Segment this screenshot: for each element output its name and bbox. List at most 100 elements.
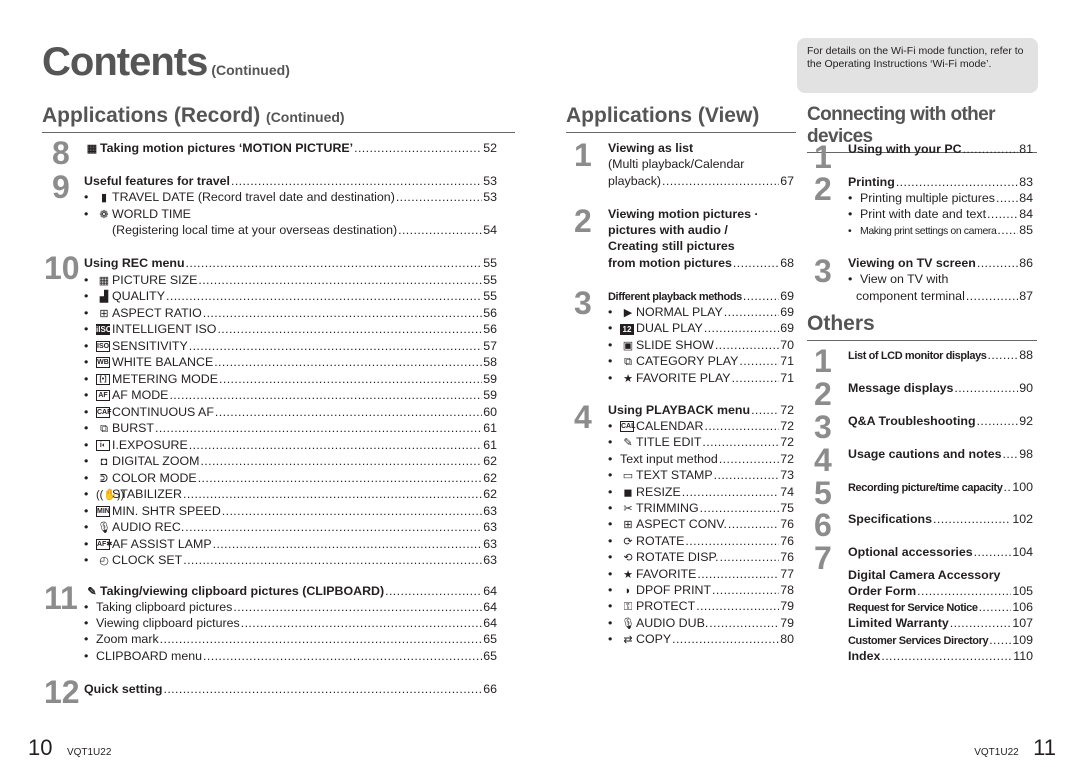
toc-entry[interactable]: Different playback methods 69 [608,288,794,305]
leader-dots [169,387,482,403]
leader-dots [183,552,482,568]
toc-entry[interactable]: • 12DUAL PLAY 69 [608,320,794,336]
toc-entry[interactable]: Useful features for travel 53 [84,173,497,189]
toc-entry[interactable]: • ◴CLOCK SET 63 [84,552,497,569]
toc-entry[interactable]: • Print with date and text 84 [848,206,1033,222]
toc-entry[interactable]: Customer Services Directory 109 [848,632,1033,649]
toc-entry[interactable]: • ᕲCOLOR MODE 62 [84,470,497,487]
toc-entry[interactable]: • ▭TEXT STAMP 73 [608,467,794,484]
toc-entry[interactable]: • ISOSENSITIVITY 57 [84,338,497,354]
toc-entry[interactable]: • i◐I.EXPOSURE 61 [84,437,497,453]
toc-entry[interactable]: Viewing as list [608,140,794,156]
toc-entry[interactable]: component terminal 87 [848,288,1033,304]
leader-dots [185,519,482,535]
bullet: • [84,520,89,534]
toc-entry[interactable]: • ◘ DIGITAL ZOOM 62 [84,453,497,470]
leader-dots [160,631,483,647]
leader-dots [739,353,779,369]
toc-entry[interactable]: • ▶NORMAL PLAY 69 [608,304,794,321]
toc-entry[interactable]: ▦ Taking motion pictures ‘MOTION PICTURE’… [84,140,497,157]
toc-entry[interactable]: • CAFCONTINUOUS AF 60 [84,404,497,420]
toc-entry-label: Limited Warranty [848,615,949,631]
toc-entry[interactable]: • [•]METERING MODE 59 [84,371,497,387]
entry-text: Order Form [848,584,917,598]
toc-entry[interactable]: • ((✋))STABILIZER 62 [84,486,497,503]
toc-entry[interactable]: • ★FAVORITE 77 [608,566,794,583]
toc-entry-label: • ▦ PICTURE SIZE [84,272,197,289]
leader-dots [714,467,780,483]
toc-entry[interactable]: • AF✱AF ASSIST LAMP 63 [84,536,497,552]
toc-entry[interactable]: Specifications 102 [848,511,1033,527]
toc-entry[interactable]: • Making print settings on camera 85 [848,222,1033,239]
toc-entry[interactable]: Optional accessories 104 [848,544,1033,560]
toc-entry[interactable]: Index 110 [848,648,1033,664]
toc-entry[interactable]: • ⧉ BURST 61 [84,420,497,437]
toc-entry[interactable]: Viewing on TV screen 86 [848,255,1033,271]
toc-entry[interactable]: Limited Warranty 107 [848,615,1033,631]
toc-entry[interactable]: • Zoom mark 65 [84,631,497,647]
toc-entry[interactable]: Digital Camera Accessory [848,567,1033,583]
toc-entry[interactable]: • ◗ DPOF PRINT 78 [608,582,794,599]
toc-entry[interactable]: • ✂TRIMMING 75 [608,500,794,517]
toc-entry[interactable]: • AFAF MODE 59 [84,387,497,403]
toc-entry[interactable]: List of LCD monitor displays 88 [848,347,1033,364]
toc-entry[interactable]: • iISOINTELLIGENT ISO 56 [84,321,497,337]
toc-entry[interactable]: • CALCALENDAR 72 [608,418,794,434]
toc-entry[interactable]: Using with your PC 81 [848,141,1033,157]
toc-entry[interactable]: Order Form 105 [848,583,1033,599]
toc-entry[interactable]: Using REC menu 55 [84,255,497,271]
toc-entry[interactable]: • ❁ WORLD TIME [84,206,497,223]
toc-entry[interactable]: • 🎙AUDIO DUB. 79 [608,615,794,632]
toc-entry[interactable]: • MINMIN. SHTR SPEED 63 [84,503,497,519]
toc-entry[interactable]: • Printing multiple pictures 84 [848,190,1033,206]
toc-entry[interactable]: • ▦PICTURE SIZE 55 [84,272,497,289]
toc-entry[interactable]: • Viewing clipboard pictures 64 [84,615,497,631]
continuous-af-icon: CAF [96,406,112,418]
page-number: 85 [1019,223,1033,237]
toc-entry[interactable]: Usage cautions and notes 98 [848,446,1033,462]
toc-entry[interactable]: • ⟲ROTATE DISP. 76 [608,549,794,566]
toc-entry[interactable]: Quick setting 66 [84,681,497,697]
toc-entry[interactable]: • ★FAVORITE PLAY 71 [608,370,794,387]
entry-text: Different playback methods [608,291,742,303]
toc-entry[interactable]: Request for Service Notice 106 [848,599,1033,616]
toc-entry[interactable]: • ⟳ROTATE 76 [608,533,794,550]
toc-entry[interactable]: Printing 83 [848,174,1033,190]
toc-entry[interactable]: (Multi playback/Calendar [608,156,794,172]
leader-dots [696,598,779,614]
toc-entry[interactable]: ✎ Taking/viewing clipboard pictures (CLIP… [84,583,497,600]
leader-dots [398,222,482,238]
toc-entry[interactable]: Creating still pictures [608,238,794,254]
toc-entry[interactable]: playback) 67 [608,173,794,189]
toc-entry[interactable]: • ⊞ASPECT RATIO 56 [84,305,497,322]
toc-entry[interactable]: from motion pictures 68 [608,255,794,271]
toc-entry[interactable]: • ⊞ASPECT CONV. 76 [608,516,794,533]
toc-entry[interactable]: • ▮ TRAVEL DATE (Record travel date and de… [84,189,497,206]
toc-entry[interactable]: (Registering local time at your overseas… [84,222,497,238]
toc-entry[interactable]: • Text input method 72 [608,451,794,467]
toc-entry[interactable]: • CLIPBOARD menu 65 [84,648,497,664]
toc-entry[interactable]: • ▣SLIDE SHOW 70 [608,337,794,354]
toc-entry[interactable]: • ⧉ CATEGORY PLAY 71 [608,353,794,370]
section-number: 11 [44,580,78,616]
toc-entry[interactable]: • ◼RESIZE 74 [608,484,794,501]
bullet: • [84,371,89,386]
toc-entry[interactable]: • ⇄COPY 80 [608,631,794,648]
entry-text: Recording picture/time capacity [848,482,1003,494]
toc-entry-label: • ISO SENSITIVITY [84,338,188,354]
toc-entry[interactable]: • WBWHITE BALANCE 58 [84,354,497,370]
bullet: • [608,419,613,433]
toc-entry[interactable]: Viewing motion pictures · [608,206,794,222]
toc-entry[interactable]: • View on TV with [848,271,1033,287]
toc-entry[interactable]: • ▟QUALITY 55 [84,288,497,305]
toc-entry[interactable]: Using PLAYBACK menu 72 [608,402,794,418]
toc-entry[interactable]: • ✎TITLE EDIT 72 [608,434,794,451]
toc-entry[interactable]: Recording picture/time capacity 100 [848,479,1033,496]
toc-entry[interactable]: • ⚿PROTECT 79 [608,598,794,615]
toc-entry[interactable]: Q&A Troubleshooting 92 [848,413,1033,429]
page-number: 52 [483,141,497,155]
toc-entry[interactable]: • 🎙AUDIO REC. 63 [84,519,497,536]
toc-entry[interactable]: • Taking clipboard pictures 64 [84,599,497,615]
toc-entry[interactable]: Message displays 90 [848,380,1033,396]
toc-entry[interactable]: pictures with audio / [608,222,794,238]
